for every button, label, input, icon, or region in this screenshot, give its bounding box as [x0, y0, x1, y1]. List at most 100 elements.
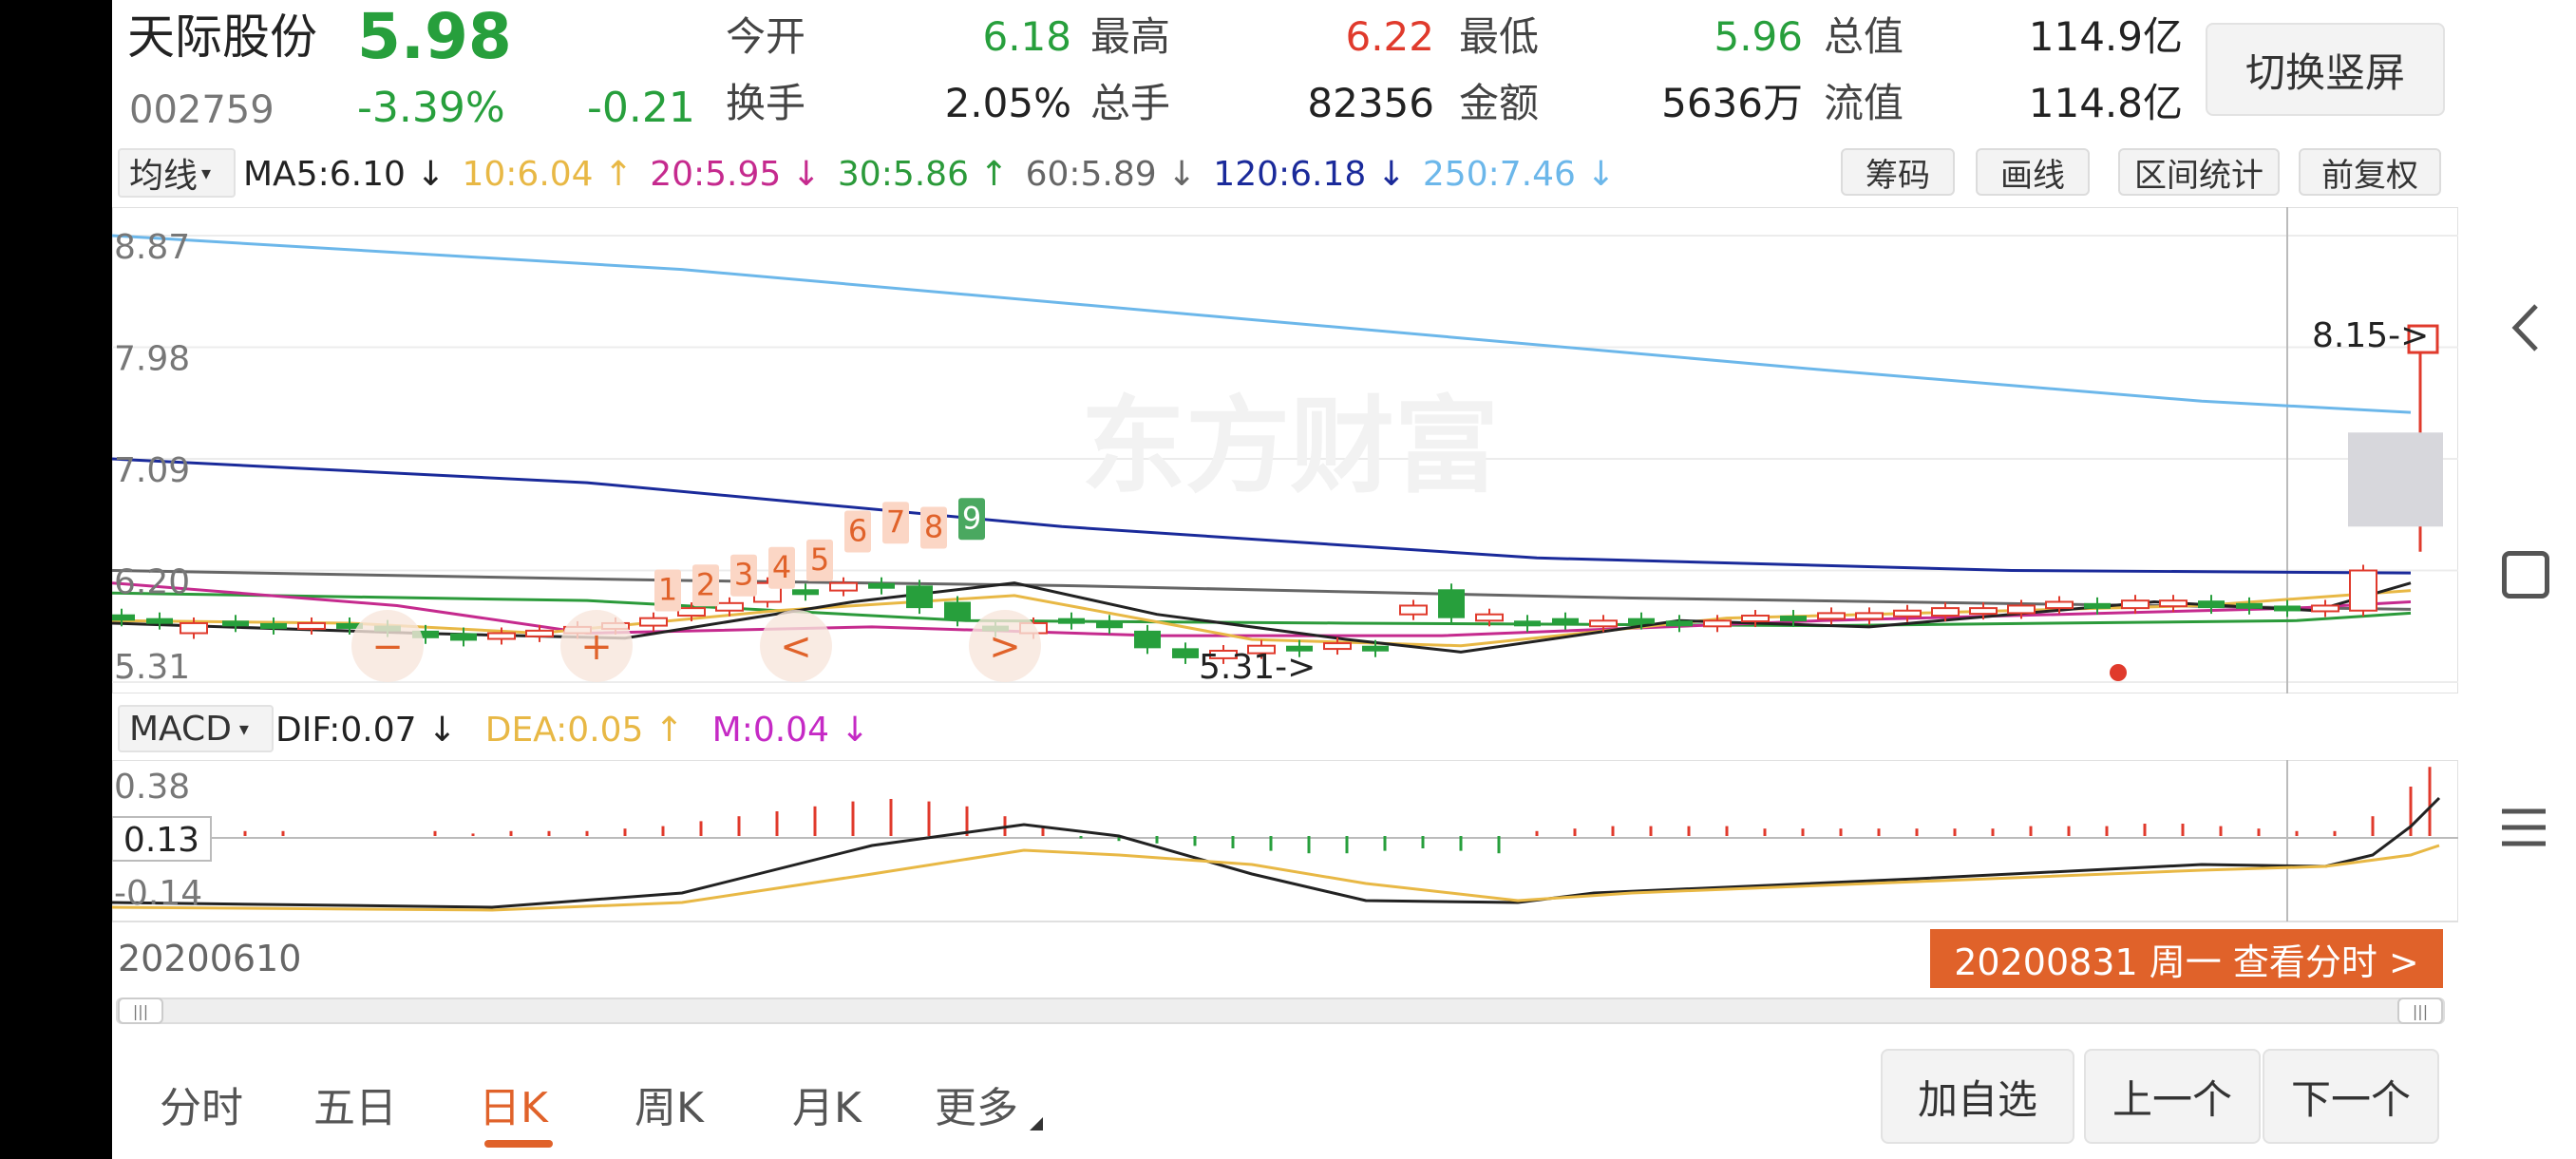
macd-selector[interactable]: MACD ▾ — [118, 705, 274, 752]
chart-tool-button[interactable]: 区间统计 — [2118, 148, 2280, 196]
td-count: 3 — [734, 557, 753, 593]
tab-3[interactable]: 日K — [479, 1074, 548, 1134]
candle-up — [1855, 612, 1884, 620]
candle-up — [1931, 607, 1960, 618]
candle-up — [525, 629, 554, 637]
candle-down — [1362, 645, 1389, 652]
td-count: 4 — [772, 549, 791, 585]
candle-up — [1817, 612, 1846, 620]
stat-label: 最高 — [1090, 13, 1171, 60]
macd-frame — [112, 760, 2458, 922]
ma-value: MA5:6.10 ↓ — [243, 155, 445, 194]
candle-down — [1666, 620, 1693, 627]
bottom-action-button[interactable]: 下一个 — [2263, 1049, 2439, 1144]
candle-up — [487, 632, 516, 640]
macd-selector-label: MACD — [129, 709, 232, 749]
highlight-region — [2348, 432, 2443, 527]
tab-6[interactable]: 更多 — [935, 1074, 1018, 1134]
stat-label: 今开 — [726, 13, 806, 60]
bottom-action-button[interactable]: 上一个 — [2084, 1049, 2261, 1144]
chart-tool-button[interactable]: 前复权 — [2299, 148, 2441, 196]
tab-5[interactable]: 月K — [792, 1074, 862, 1134]
back-icon[interactable] — [2498, 294, 2555, 361]
candle-up — [1969, 607, 1998, 616]
chart-nav-icon: + — [580, 625, 613, 669]
stat-label: 换手 — [726, 80, 806, 126]
candle-up — [1475, 613, 1504, 622]
ma-value: 250:7.46 ↓ — [1422, 155, 1616, 194]
ma-value: 30:5.86 ↑ — [837, 155, 1009, 194]
stat-value: 6.22 — [1345, 13, 1434, 60]
kline-chart[interactable]: 东方财富 1 2 3 4 56 7 8 9 8.87 7.98 7.09 6.20 5.31 8.15… — [112, 207, 2458, 694]
chart-tool-button[interactable]: 筹码 — [1841, 148, 1955, 196]
candle-up — [2311, 604, 2339, 613]
ma-selector[interactable]: 均线 ▾ — [118, 148, 236, 198]
y-axis-label: 6.20 — [114, 563, 190, 602]
stat-value: 2.05% — [944, 80, 1071, 126]
dea-arrow: ↑ — [654, 711, 684, 750]
ma-value: 10:6.04 ↑ — [462, 155, 634, 194]
candle-up — [639, 617, 668, 627]
candle-down — [146, 618, 173, 624]
dropdown-icon: ▾ — [201, 162, 212, 184]
tab-4[interactable]: 周K — [635, 1074, 704, 1134]
candle-down — [2198, 600, 2225, 609]
candle-up — [1589, 619, 1618, 628]
candle-up — [2349, 569, 2377, 612]
change-amount: -0.21 — [587, 84, 695, 132]
switch-portrait-button[interactable]: 切换竖屏 — [2206, 23, 2445, 116]
tab-2[interactable]: 五日 — [313, 1074, 397, 1134]
y-axis-label: 7.09 — [114, 451, 190, 490]
tab-1[interactable]: 分时 — [160, 1074, 243, 1134]
candle-up — [2159, 599, 2188, 608]
candle-down — [792, 589, 819, 596]
dif-value: DIF:0.07 — [275, 711, 417, 750]
candle-down — [1134, 630, 1161, 649]
candle-down — [906, 585, 933, 609]
home-icon[interactable] — [2502, 551, 2549, 598]
ma-values: MA5:6.10 ↓ 10:6.04 ↑ 20:5.95 ↓ 30:5.86 ↑ 60:… — [243, 155, 1616, 194]
stat-label: 金额 — [1459, 80, 1540, 126]
candle-up — [180, 621, 208, 635]
candle-up — [1741, 615, 1770, 623]
more-corner-icon — [1030, 1117, 1043, 1130]
td-count: 2 — [696, 566, 715, 602]
bottom-action-button[interactable]: 加自选 — [1881, 1049, 2074, 1144]
candle-up — [1703, 619, 1732, 628]
stat-value: 6.18 — [982, 13, 1071, 60]
macd-chart[interactable]: 0.38 0.13 -0.14 — [112, 760, 2458, 931]
ma-value: 120:6.18 ↓ — [1213, 155, 1406, 194]
stock-name: 天际股份 — [127, 10, 317, 65]
candle-down — [868, 582, 895, 589]
scroll-handle-right[interactable]: ||| — [2397, 998, 2443, 1024]
candle-down — [944, 601, 971, 621]
td-count: 9 — [962, 500, 981, 536]
event-dot — [2110, 664, 2127, 681]
stat-label: 总值 — [1824, 13, 1904, 60]
candle-up — [1893, 609, 1922, 618]
candle-up — [1323, 642, 1352, 651]
candle-up — [677, 607, 706, 618]
stock-code: 002759 — [129, 88, 275, 132]
macd-y-label: 0.38 — [114, 768, 190, 807]
stat-label: 总手 — [1090, 80, 1171, 126]
m-value: M:0.04 — [711, 711, 829, 750]
candle-down — [2274, 605, 2301, 612]
scroll-handle-left[interactable]: ||| — [118, 998, 163, 1024]
stat-value: 114.9亿 — [2028, 13, 2183, 60]
chart-tool-button[interactable]: 画线 — [1976, 148, 2090, 196]
candle-down — [2084, 602, 2111, 609]
change-percent: -3.39% — [357, 84, 505, 132]
menu-icon[interactable] — [2498, 806, 2549, 849]
date-tooltip[interactable]: 20200831 周一 查看分时 > — [1930, 929, 2443, 988]
td-count: 5 — [810, 542, 829, 578]
chart-nav-icon: < — [780, 625, 812, 669]
candle-down — [1514, 620, 1541, 627]
dea-value: DEA:0.05 — [484, 711, 644, 750]
y-axis-label: 5.31 — [114, 648, 190, 687]
candle-down — [450, 633, 477, 641]
ma-selector-label: 均线 — [129, 157, 199, 196]
time-scrollbar[interactable] — [116, 998, 2445, 1024]
candle-down — [2236, 602, 2263, 609]
candle-down — [260, 622, 287, 629]
